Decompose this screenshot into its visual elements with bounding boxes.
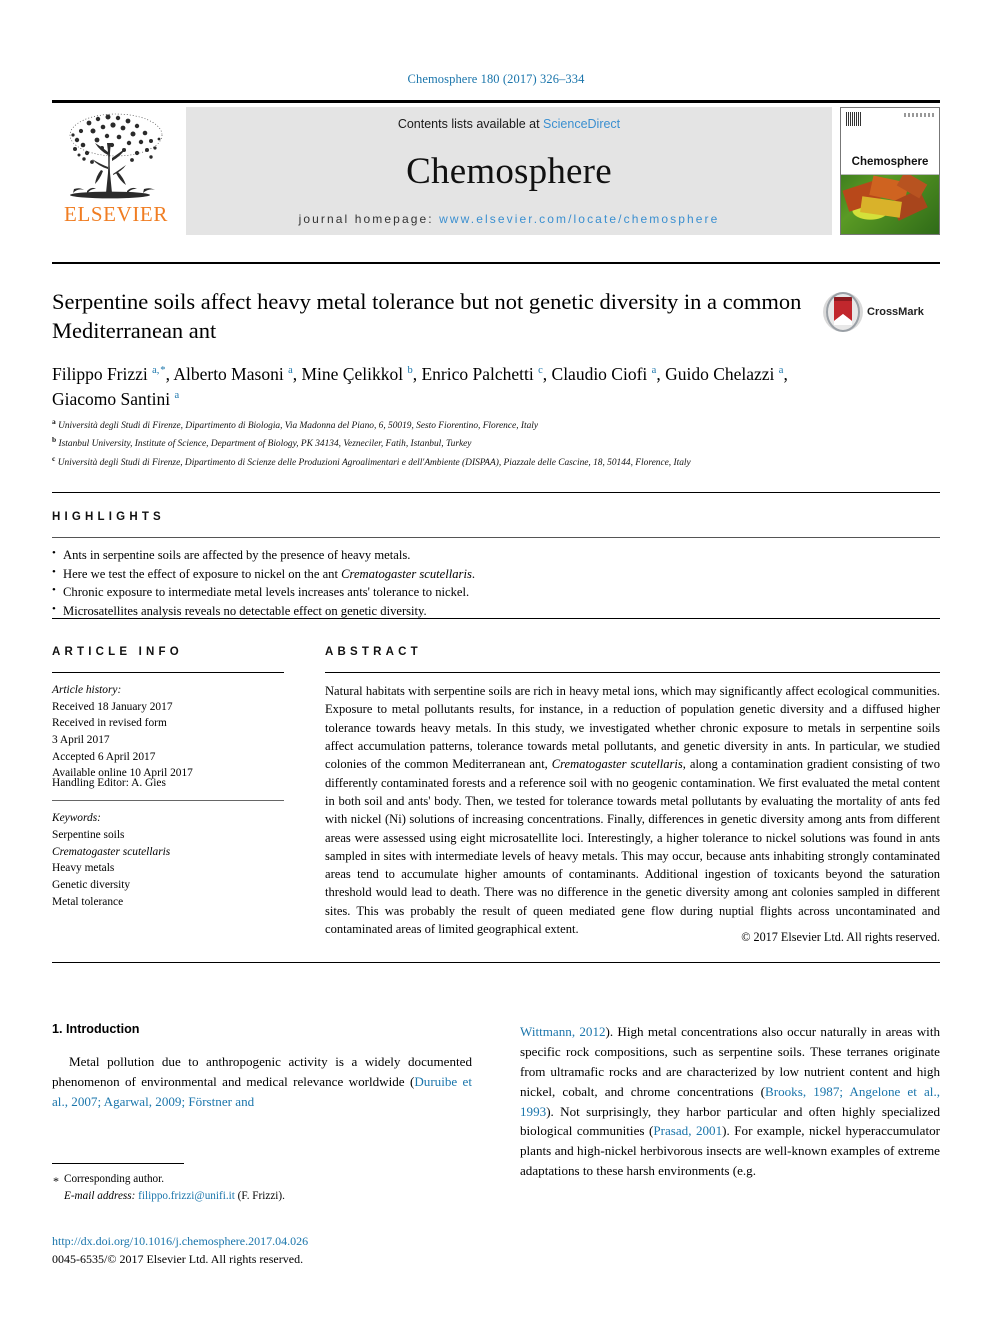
keywords-divider [52, 800, 284, 801]
email-note: E-mail address: filippo.frizzi@unifi.it … [52, 1188, 472, 1205]
email-owner: (F. Frizzi). [237, 1189, 285, 1202]
journal-masthead: ELSEVIER Contents lists available at Sci… [52, 100, 940, 235]
highlights-heading: HIGHLIGHTS [52, 511, 165, 523]
keyword-item: Metal tolerance [52, 895, 124, 908]
abstract-divider [325, 672, 940, 673]
body-column-right: Wittmann, 2012). High metal concentratio… [520, 1022, 940, 1181]
journal-title: Chemosphere [406, 151, 612, 192]
crossmark-label: CrossMark [867, 306, 924, 318]
doi-link[interactable]: http://dx.doi.org/10.1016/j.chemosphere.… [52, 1232, 492, 1250]
highlight-item: Ants in serpentine soils are affected by… [52, 545, 752, 565]
affiliation-text: Istanbul University, Institute of Scienc… [58, 439, 472, 450]
email-label: E-mail address: [64, 1189, 136, 1202]
abstract-heading: ABSTRACT [325, 646, 422, 658]
article-history-line: 3 April 2017 [52, 733, 110, 746]
body-top-divider [52, 962, 940, 963]
elsevier-tree-icon [69, 113, 163, 199]
crossmark-icon [823, 292, 863, 332]
article-history: Article history: Received 18 January 201… [52, 682, 292, 782]
title-divider [52, 262, 940, 264]
affiliation-text: Università degli Studi di Firenze, Dipar… [58, 421, 539, 432]
email-link[interactable]: filippo.frizzi@unifi.it [138, 1190, 235, 1202]
abstract-text: Natural habitats with serpentine soils a… [325, 684, 940, 937]
homepage-prefix: journal homepage: [298, 212, 440, 226]
cover-artwork [841, 174, 939, 234]
journal-homepage-line: journal homepage: www.elsevier.com/locat… [299, 212, 720, 226]
introduction-paragraph: Metal pollution due to anthropogenic act… [52, 1054, 472, 1109]
footnote-divider [52, 1163, 184, 1164]
crossmark-badge[interactable]: CrossMark [822, 290, 932, 334]
affiliation-text: Università degli Studi di Firenze, Dipar… [57, 458, 691, 469]
highlights-inner-divider [52, 537, 940, 538]
highlight-item: Here we test the effect of exposure to n… [52, 564, 752, 584]
footnote-block: Corresponding author. E-mail address: fi… [52, 1171, 472, 1205]
cover-barcode-icon [846, 112, 862, 126]
handling-editor: Handling Editor: A. Gies [52, 777, 166, 789]
cover-masthead-text [904, 113, 934, 117]
cover-journal-title: Chemosphere [851, 155, 929, 168]
issn-copyright: 0045-6535/© 2017 Elsevier Ltd. All right… [52, 1252, 304, 1266]
journal-cover-thumbnail: Chemosphere [840, 107, 940, 235]
keyword-item: Genetic diversity [52, 879, 131, 892]
doi-block: http://dx.doi.org/10.1016/j.chemosphere.… [52, 1232, 492, 1268]
keyword-item: Crematogaster scutellaris [52, 845, 171, 858]
affiliation-list: a Università degli Studi di Firenze, Dip… [52, 416, 842, 471]
journal-band: Contents lists available at ScienceDirec… [186, 107, 832, 235]
elsevier-wordmark: ELSEVIER [64, 202, 168, 226]
affiliation-item: a Università degli Studi di Firenze, Dip… [52, 417, 539, 432]
abstract-copyright: © 2017 Elsevier Ltd. All rights reserved… [741, 930, 940, 944]
keyword-item: Serpentine soils [52, 828, 125, 841]
highlights-top-divider [52, 492, 940, 493]
contents-available-line: Contents lists available at ScienceDirec… [398, 117, 620, 131]
sciencedirect-link[interactable]: ScienceDirect [543, 117, 620, 131]
keywords-title: Keywords: [52, 812, 101, 824]
author-list: Filippo Frizzi a, *, Alberto Masoni a, M… [52, 364, 788, 409]
highlights-list: Ants in serpentine soils are affected by… [52, 545, 752, 621]
corresponding-author-note: Corresponding author. [52, 1171, 472, 1190]
introduction-paragraph-continued: Wittmann, 2012). High metal concentratio… [520, 1024, 941, 1179]
contents-prefix: Contents lists available at [397, 117, 544, 131]
running-head: Chemosphere 180 (2017) 326–334 [407, 72, 585, 86]
keyword-item: Heavy metals [52, 862, 115, 875]
keywords-block: Keywords: Serpentine soils Crematogaster… [52, 810, 292, 911]
elsevier-logo: ELSEVIER [52, 107, 180, 235]
affiliation-item: b Istanbul University, Institute of Scie… [52, 435, 472, 450]
body-column-left: 1. Introduction Metal pollution due to a… [52, 1022, 472, 1112]
article-info-divider [52, 672, 284, 673]
article-info-heading: ARTICLE INFO [52, 646, 183, 658]
affiliation-item: c Università degli Studi di Firenze, Dip… [52, 453, 691, 469]
article-history-title: Article history: [52, 684, 122, 696]
highlight-item: Chronic exposure to intermediate metal l… [52, 582, 752, 602]
article-history-line: Accepted 6 April 2017 [52, 750, 156, 763]
highlights-bottom-divider [52, 618, 940, 619]
homepage-url-link[interactable]: www.elsevier.com/locate/chemosphere [439, 212, 719, 226]
introduction-heading: 1. Introduction [52, 1022, 140, 1036]
article-history-line: Received 18 January 2017 [52, 700, 173, 713]
article-history-line: Received in revised form [52, 717, 167, 730]
journal-article-page: Chemosphere 180 (2017) 326–334 ELSEVIER … [0, 0, 992, 1323]
page-title: Serpentine soils affect heavy metal tole… [52, 289, 802, 343]
